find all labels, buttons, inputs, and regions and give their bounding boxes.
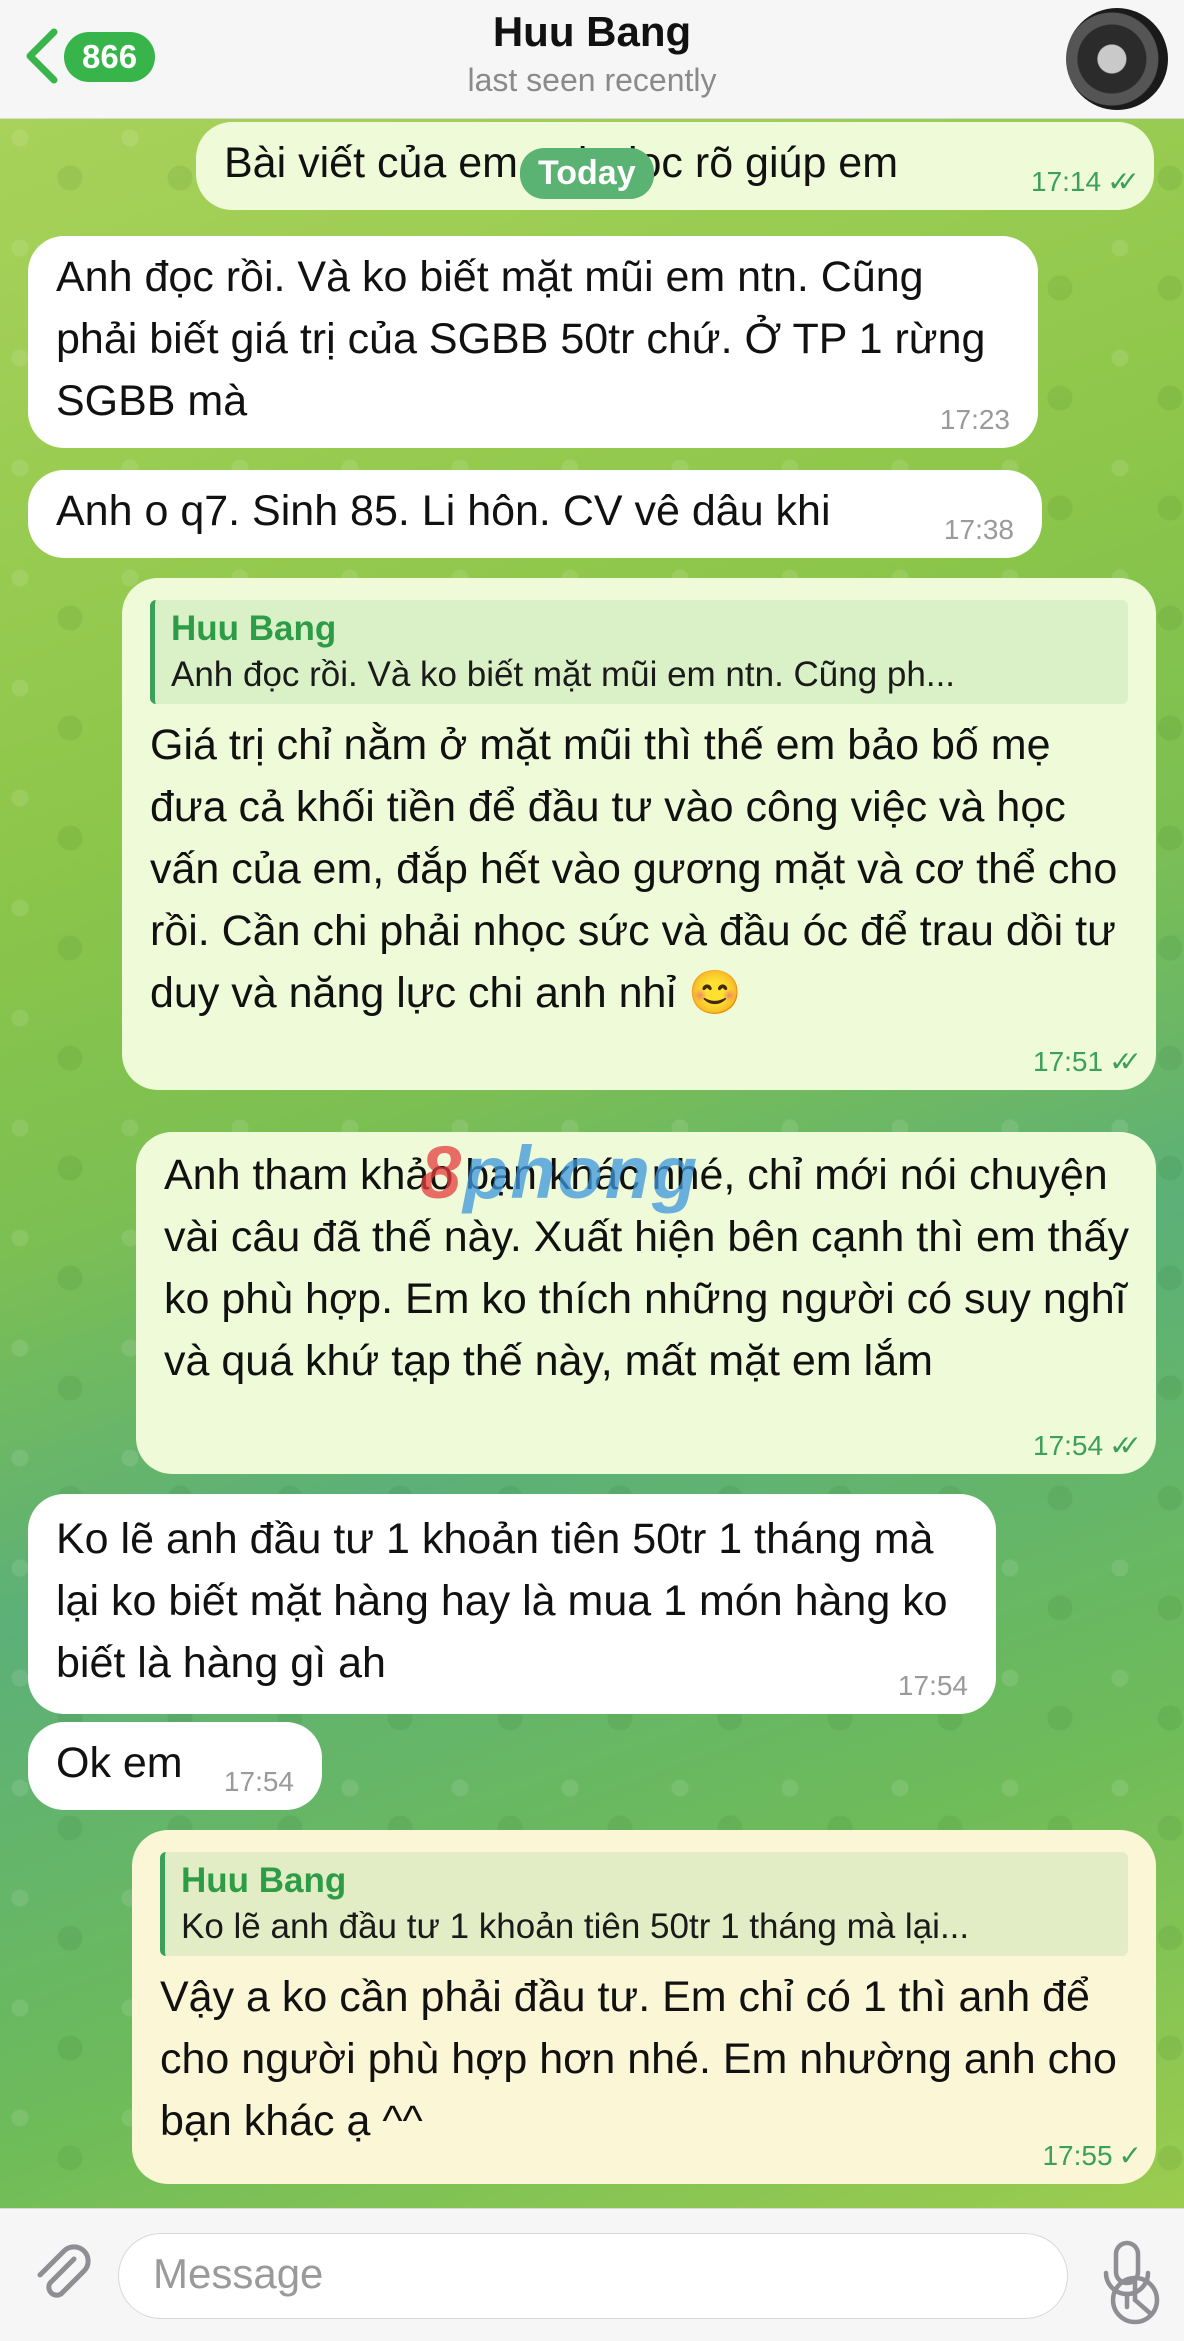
reply-author: Huu Bang <box>171 609 337 648</box>
message-placeholder: Message <box>153 2250 324 2297</box>
reply-author: Huu Bang <box>181 1861 347 1900</box>
message-bubble[interactable]: Anh o q7. Sinh 85. Li hôn. CV vê dâu khi… <box>28 470 1042 558</box>
microphone-icon <box>1103 2240 1151 2310</box>
message-text: Vậy a ko cần phải đầu tư. Em chỉ có 1 th… <box>160 1973 1117 2145</box>
message-text: Ko lẽ anh đầu tư 1 khoản tiên 50tr 1 thá… <box>56 1515 948 1687</box>
watermark: 8phong <box>420 1131 700 1214</box>
input-bar: Message <box>0 2208 1184 2341</box>
message-input[interactable]: Message <box>118 2233 1160 2325</box>
message-bubble[interactable]: Bài viết của em anh đọc rõ giúp em 17:14… <box>196 122 1154 210</box>
reply-preview[interactable]: Huu Bang Ko lẽ anh đầu tư 1 khoản tiên 5… <box>160 1852 1128 1956</box>
message-time: 17:14 <box>1031 166 1102 197</box>
date-badge: Today <box>520 148 654 199</box>
message-time: 17:38 <box>943 514 1014 545</box>
message-time: 17:54 <box>897 1670 968 1701</box>
message-bubble[interactable]: Ko lẽ anh đầu tư 1 khoản tiên 50tr 1 thá… <box>28 1494 996 1714</box>
message-bubble[interactable]: Ok em 17:54 <box>28 1722 322 1810</box>
message-time: 17:23 <box>939 404 1010 435</box>
check-icon: ✓ <box>1118 2140 1143 2171</box>
message-time: 17:51 <box>1033 1046 1104 1077</box>
message-bubble[interactable]: Huu Bang Anh đọc rồi. Và ko biết mặt mũi… <box>122 578 1156 1090</box>
message-text: Giá trị chỉ nằm ở mặt mũi thì thế em bảo… <box>150 721 1118 1017</box>
reply-preview[interactable]: Huu Bang Anh đọc rồi. Và ko biết mặt mũi… <box>150 600 1128 704</box>
avatar[interactable] <box>1066 8 1168 110</box>
message-text: Anh đọc rồi. Và ko biết mặt mũi em ntn. … <box>56 253 986 425</box>
message-time: 17:55 <box>1042 2140 1113 2171</box>
chat-status: last seen recently <box>467 62 717 98</box>
double-check-icon: ✓✓ <box>1107 166 1140 197</box>
reply-text: Ko lẽ anh đầu tư 1 khoản tiên 50tr 1 thá… <box>181 1907 970 1946</box>
chat-title[interactable]: Huu Bang <box>0 8 1184 56</box>
reply-text: Anh đọc rồi. Và ko biết mặt mũi em ntn. … <box>171 655 956 694</box>
voice-button[interactable] <box>1092 2235 1162 2315</box>
paperclip-icon <box>37 2244 91 2298</box>
message-bubble[interactable]: Huu Bang Ko lẽ anh đầu tư 1 khoản tiên 5… <box>132 1830 1156 2184</box>
message-time: 17:54 <box>1033 1430 1104 1461</box>
chat-header: 866 Huu Bang last seen recently <box>0 0 1184 119</box>
attach-button[interactable] <box>26 2237 96 2307</box>
message-text: Anh o q7. Sinh 85. Li hôn. CV vê dâu khi <box>56 487 831 535</box>
message-bubble[interactable]: Anh đọc rồi. Và ko biết mặt mũi em ntn. … <box>28 236 1038 448</box>
double-check-icon: ✓✓ <box>1109 1046 1142 1077</box>
double-check-icon: ✓✓ <box>1109 1430 1142 1461</box>
message-time: 17:54 <box>223 1766 294 1797</box>
